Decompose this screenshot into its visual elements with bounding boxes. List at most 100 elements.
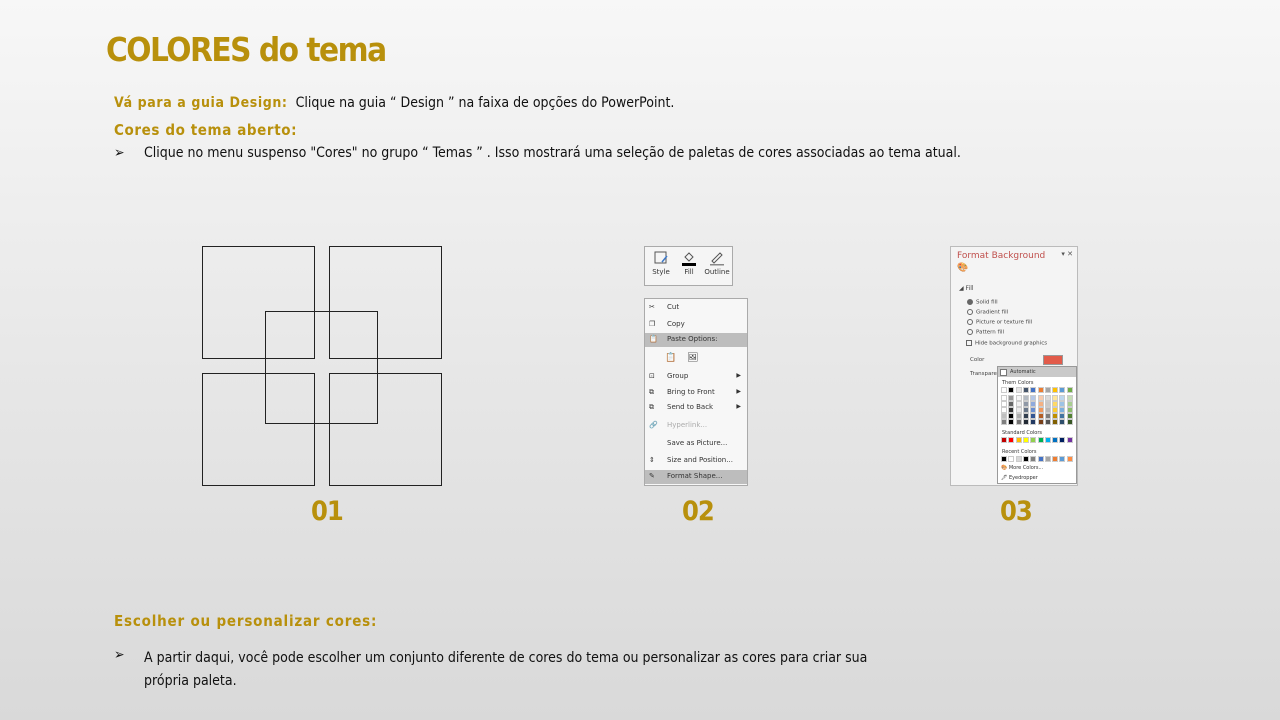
theme-color-swatch[interactable] <box>1015 419 1022 425</box>
menu-item-group[interactable]: ⊡ Group ▶ <box>645 370 747 384</box>
color-swatch[interactable] <box>1037 456 1044 462</box>
color-swatch[interactable] <box>1015 456 1022 462</box>
color-swatch[interactable] <box>1059 456 1066 462</box>
theme-color-swatch[interactable] <box>1037 395 1044 401</box>
theme-color-swatch[interactable] <box>1066 407 1073 413</box>
paste-picture-icon[interactable]: 🖼 <box>687 353 698 363</box>
theme-color-swatch[interactable] <box>1015 413 1022 419</box>
automatic-option[interactable]: Automatic <box>998 367 1076 377</box>
theme-color-swatch[interactable] <box>1008 419 1015 425</box>
color-swatch[interactable] <box>1052 437 1059 443</box>
theme-color-swatch[interactable] <box>1044 413 1051 419</box>
menu-item-copy[interactable]: ❐ Copy <box>645 318 747 332</box>
color-swatch[interactable] <box>1022 456 1029 462</box>
theme-color-swatch[interactable] <box>1001 401 1007 407</box>
style-button[interactable]: Style <box>647 249 675 276</box>
theme-color-swatch[interactable] <box>1066 395 1073 401</box>
theme-color-swatch[interactable] <box>1001 395 1007 401</box>
color-swatch[interactable] <box>1001 437 1007 443</box>
theme-color-swatch[interactable] <box>1059 387 1066 393</box>
color-swatch[interactable] <box>1030 456 1037 462</box>
theme-color-swatch[interactable] <box>1008 407 1015 413</box>
hide-graphics-checkbox[interactable]: Hide background graphics <box>966 340 1047 347</box>
theme-color-swatch[interactable] <box>1001 413 1007 419</box>
theme-color-swatch[interactable] <box>1008 387 1015 393</box>
theme-color-swatch[interactable] <box>1052 395 1059 401</box>
color-swatch[interactable] <box>1066 456 1073 462</box>
theme-color-swatch[interactable] <box>1044 419 1051 425</box>
theme-color-swatch[interactable] <box>1030 413 1037 419</box>
theme-color-swatch[interactable] <box>1015 395 1022 401</box>
color-swatch[interactable] <box>1015 437 1022 443</box>
theme-color-swatch[interactable] <box>1044 407 1051 413</box>
theme-color-swatch[interactable] <box>1052 387 1059 393</box>
theme-color-swatch[interactable] <box>1044 387 1051 393</box>
solid-fill-radio[interactable]: Solid fill <box>967 299 998 306</box>
menu-item-format-shape[interactable]: ✎ Format Shape... <box>645 470 747 484</box>
theme-color-swatch[interactable] <box>1022 419 1029 425</box>
theme-color-swatch[interactable] <box>1030 401 1037 407</box>
fill-tab-icon[interactable]: 🎨 <box>957 263 968 273</box>
theme-color-swatch[interactable] <box>1001 407 1007 413</box>
theme-color-swatch[interactable] <box>1052 419 1059 425</box>
color-swatch[interactable] <box>1044 437 1051 443</box>
fill-section-header[interactable]: ◢ Fill <box>959 285 974 292</box>
theme-color-swatch[interactable] <box>1037 407 1044 413</box>
color-swatch[interactable] <box>1030 437 1037 443</box>
theme-color-swatch[interactable] <box>1052 401 1059 407</box>
theme-color-swatch[interactable] <box>1022 401 1029 407</box>
theme-color-swatch[interactable] <box>1022 407 1029 413</box>
theme-color-swatch[interactable] <box>1022 413 1029 419</box>
menu-item-bring-front[interactable]: ⧉ Bring to Front ▶ <box>645 386 747 400</box>
theme-color-swatch[interactable] <box>1030 407 1037 413</box>
theme-color-swatch[interactable] <box>1066 387 1073 393</box>
theme-color-swatch[interactable] <box>1008 413 1015 419</box>
theme-color-swatch[interactable] <box>1030 419 1037 425</box>
color-swatch[interactable] <box>1059 437 1066 443</box>
theme-color-swatch[interactable] <box>1001 387 1007 393</box>
theme-color-swatch[interactable] <box>1066 419 1073 425</box>
theme-color-swatch[interactable] <box>1015 387 1022 393</box>
color-swatch[interactable] <box>1001 456 1007 462</box>
theme-color-swatch[interactable] <box>1044 395 1051 401</box>
theme-color-swatch[interactable] <box>1037 401 1044 407</box>
eyedropper-option[interactable]: 🖋 Eyedropper <box>1001 475 1038 481</box>
theme-color-swatch[interactable] <box>1044 401 1051 407</box>
theme-color-swatch[interactable] <box>1008 395 1015 401</box>
picture-fill-radio[interactable]: Picture or texture fill <box>967 319 1032 326</box>
theme-color-swatch[interactable] <box>1015 401 1022 407</box>
theme-color-swatch[interactable] <box>1037 413 1044 419</box>
theme-color-swatch[interactable] <box>1066 401 1073 407</box>
theme-color-swatch[interactable] <box>1066 413 1073 419</box>
color-swatch[interactable] <box>1044 456 1051 462</box>
theme-color-swatch[interactable] <box>1059 419 1066 425</box>
theme-color-swatch[interactable] <box>1022 395 1029 401</box>
color-swatch[interactable] <box>1066 437 1073 443</box>
theme-color-swatch[interactable] <box>1059 395 1066 401</box>
menu-item-size-position[interactable]: ⇕ Size and Position... <box>645 454 747 468</box>
menu-item-send-back[interactable]: ⧉ Send to Back ▶ <box>645 401 747 415</box>
theme-color-swatch[interactable] <box>1059 413 1066 419</box>
color-swatch[interactable] <box>1008 437 1015 443</box>
theme-color-swatch[interactable] <box>1059 401 1066 407</box>
theme-color-swatch[interactable] <box>1001 419 1007 425</box>
theme-color-swatch[interactable] <box>1015 407 1022 413</box>
theme-color-swatch[interactable] <box>1008 401 1015 407</box>
color-swatch[interactable] <box>1008 456 1015 462</box>
color-swatch[interactable] <box>1037 437 1044 443</box>
theme-color-swatch[interactable] <box>1030 387 1037 393</box>
theme-color-swatch[interactable] <box>1022 387 1029 393</box>
pattern-fill-radio[interactable]: Pattern fill <box>967 329 1004 336</box>
color-swatch[interactable] <box>1052 456 1059 462</box>
more-colors-option[interactable]: 🎨 More Colors... <box>1001 465 1043 471</box>
color-swatch[interactable] <box>1022 437 1029 443</box>
gradient-fill-radio[interactable]: Gradient fill <box>967 309 1008 316</box>
menu-item-cut[interactable]: ✂ Cut <box>645 301 747 315</box>
color-dropdown-button[interactable] <box>1043 355 1063 365</box>
outline-button[interactable]: Outline <box>703 249 731 276</box>
theme-color-swatch[interactable] <box>1059 407 1066 413</box>
theme-color-swatch[interactable] <box>1037 419 1044 425</box>
theme-color-swatch[interactable] <box>1030 395 1037 401</box>
theme-color-swatch[interactable] <box>1052 413 1059 419</box>
fill-button[interactable]: Fill <box>675 249 703 276</box>
